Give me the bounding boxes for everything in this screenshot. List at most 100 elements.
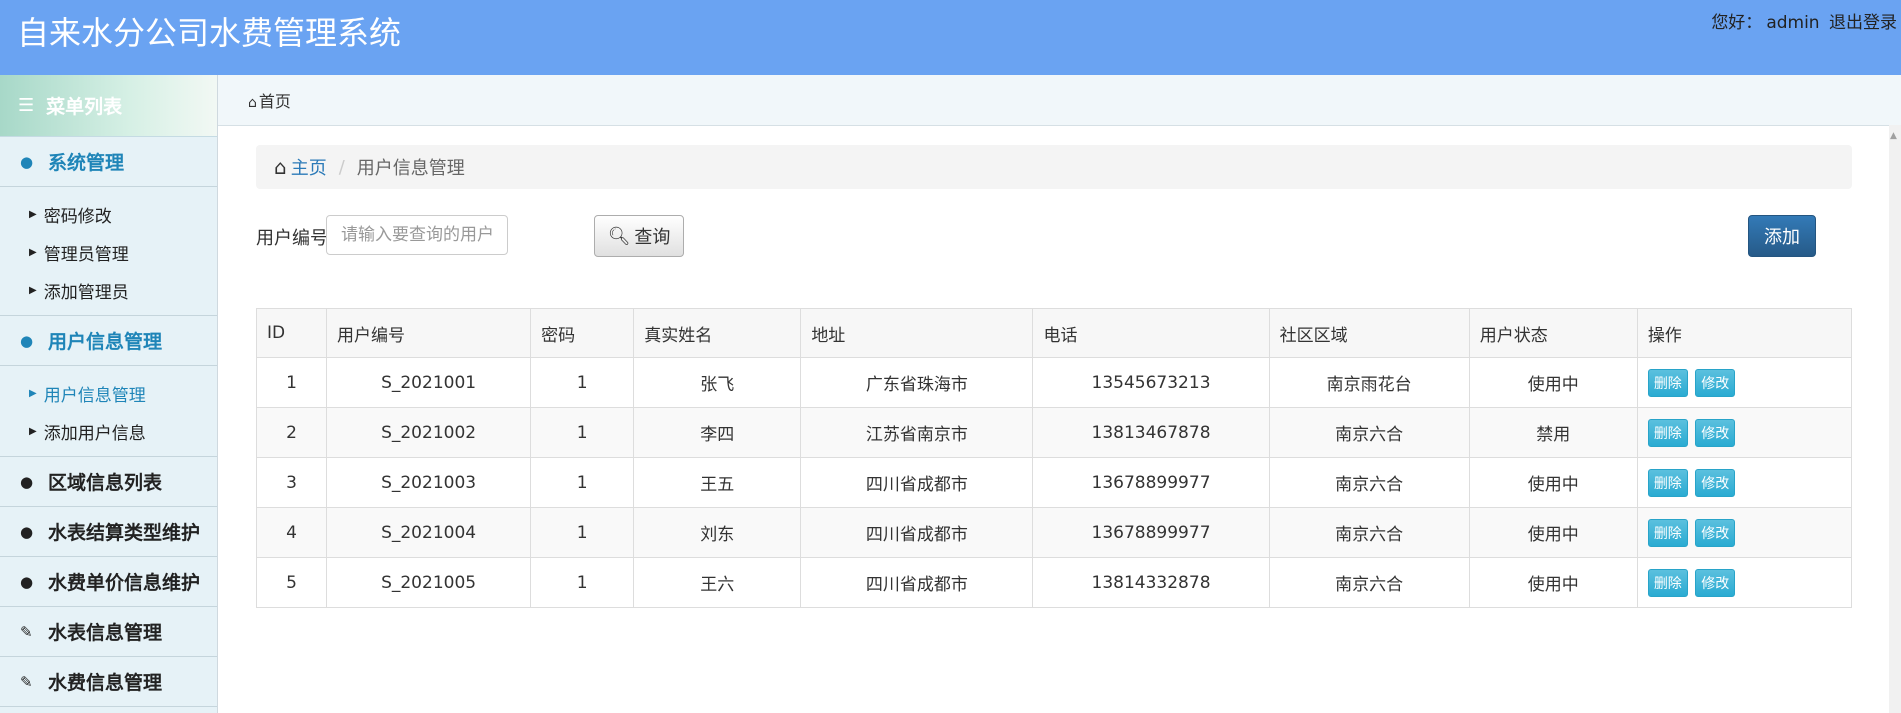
cell-real-name: 刘东	[633, 507, 802, 558]
cell-user-code: S_2021003	[326, 457, 532, 508]
edit-icon: ✎	[20, 672, 33, 691]
edit-button[interactable]: 修改	[1695, 468, 1736, 497]
delete-button[interactable]: 删除	[1647, 368, 1688, 397]
add-button[interactable]: 添加	[1748, 215, 1816, 257]
cell-password: 1	[530, 357, 635, 408]
cell-id: 1	[255, 357, 328, 408]
tab-bar: ⌂ 首页	[218, 75, 1901, 126]
scroll-up-icon[interactable]: ▲	[1890, 131, 1897, 141]
sidebar-group-meter-settlement[interactable]: ● 水表结算类型维护	[0, 507, 217, 557]
cell-password: 1	[530, 557, 635, 608]
sidebar-group-label: 水表信息管理	[48, 622, 163, 644]
column-header: 地址	[800, 308, 1034, 358]
column-header: 真实姓名	[633, 308, 802, 358]
delete-button[interactable]: 删除	[1647, 418, 1688, 447]
tab-label: 首页	[258, 92, 291, 111]
cell-password: 1	[530, 457, 635, 508]
sidebar: ☰ 菜单列表 ● 系统管理 ▶ 密码修改 ▶ 管理员管理 ▶ 添加管理员 ● 用…	[0, 75, 218, 713]
cell-address: 四川省成都市	[800, 557, 1034, 608]
sidebar-group-label: 水费单价信息维护	[48, 572, 201, 594]
sidebar-item-label: 管理员管理	[43, 244, 129, 265]
search-input[interactable]	[326, 215, 508, 255]
cell-region: 南京六合	[1268, 507, 1470, 558]
table-header-row: ID 用户编号 密码 真实姓名 地址 电话 社区区域 用户状态 操作	[255, 308, 1853, 358]
table-row: 5 S_2021005 1 王六 四川省成都市 13814332878 南京六合…	[255, 557, 1853, 608]
cell-region: 南京雨花台	[1268, 357, 1470, 408]
edit-button[interactable]: 修改	[1695, 418, 1736, 447]
sidebar-group-system[interactable]: ● 系统管理	[0, 137, 217, 187]
sidebar-group-label: 系统管理	[48, 152, 125, 174]
tab-home[interactable]: ⌂ 首页	[248, 88, 291, 112]
edit-button[interactable]: 修改	[1695, 568, 1736, 597]
edit-icon: ✎	[20, 622, 33, 641]
table-row: 4 S_2021004 1 刘东 四川省成都市 13678899977 南京六合…	[255, 507, 1853, 558]
cell-region: 南京六合	[1268, 457, 1470, 508]
cell-region: 南京六合	[1268, 557, 1470, 608]
sidebar-group-users[interactable]: ● 用户信息管理	[0, 316, 217, 366]
breadcrumb-home[interactable]: ⌂ 主页	[274, 154, 327, 180]
sidebar-item-add-user[interactable]: ▶ 添加用户信息	[0, 412, 217, 450]
cell-user-code: S_2021005	[326, 557, 532, 608]
sidebar-item-admins[interactable]: ▶ 管理员管理	[0, 233, 217, 271]
delete-button[interactable]: 删除	[1647, 568, 1688, 597]
breadcrumb: ⌂ 主页 / 用户信息管理	[256, 145, 1852, 189]
search-icon: 🔍︎	[607, 225, 631, 247]
cell-status: 禁用	[1468, 407, 1638, 458]
cell-password: 1	[530, 507, 635, 558]
cell-address: 广东省珠海市	[800, 357, 1034, 408]
cell-status: 使用中	[1468, 357, 1638, 408]
breadcrumb-home-label: 主页	[290, 158, 327, 179]
cell-actions: 删除 修改	[1636, 507, 1853, 558]
user-table: ID 用户编号 密码 真实姓名 地址 电话 社区区域 用户状态 操作 1 S_2…	[255, 308, 1853, 608]
cell-address: 四川省成都市	[800, 457, 1034, 508]
cell-actions: 删除 修改	[1636, 457, 1853, 508]
sidebar-group-meter-info[interactable]: ✎ 水表信息管理	[0, 607, 217, 657]
user-icon: ●	[20, 472, 34, 491]
scrollbar[interactable]: ▲	[1889, 125, 1901, 713]
cell-real-name: 李四	[633, 407, 802, 458]
sidebar-item-label: 添加用户信息	[43, 423, 146, 444]
edit-button[interactable]: 修改	[1695, 518, 1736, 547]
cell-actions: 删除 修改	[1636, 557, 1853, 608]
cell-user-code: S_2021001	[326, 357, 532, 408]
cell-id: 4	[255, 507, 328, 558]
sidebar-group-regions[interactable]: ● 区域信息列表	[0, 457, 217, 507]
cell-phone: 13678899977	[1032, 457, 1270, 508]
menu-title: 菜单列表	[46, 96, 123, 118]
sidebar-item-password[interactable]: ▶ 密码修改	[0, 195, 217, 233]
cell-real-name: 王五	[633, 457, 802, 508]
sidebar-item-user-info[interactable]: ▶ 用户信息管理	[0, 374, 217, 412]
username: admin	[1766, 13, 1820, 33]
cell-real-name: 张飞	[633, 357, 802, 408]
breadcrumb-separator: /	[338, 156, 345, 178]
caret-right-icon: ▶	[29, 246, 37, 258]
cell-user-code: S_2021004	[326, 507, 532, 558]
sidebar-group-label: 用户信息管理	[48, 331, 163, 353]
delete-button[interactable]: 删除	[1647, 468, 1688, 497]
list-icon: ☰	[18, 95, 35, 116]
home-icon: ⌂	[274, 155, 287, 179]
sidebar-group-unit-price[interactable]: ● 水费单价信息维护	[0, 557, 217, 607]
column-header: 用户状态	[1468, 308, 1638, 358]
sidebar-group-label: 水费信息管理	[48, 672, 163, 694]
column-header: 社区区域	[1268, 308, 1470, 358]
logout-link[interactable]: 退出登录	[1829, 13, 1897, 33]
search-button[interactable]: 🔍︎ 查询	[594, 215, 684, 257]
cell-status: 使用中	[1468, 457, 1638, 508]
cell-id: 5	[255, 557, 328, 608]
delete-button[interactable]: 删除	[1647, 518, 1688, 547]
sidebar-group-fee-info[interactable]: ✎ 水费信息管理	[0, 657, 217, 707]
user-bar: 您好： admin 退出登录	[1707, 8, 1897, 33]
cell-id: 3	[255, 457, 328, 508]
app-title: 自来水分公司水费管理系统	[17, 14, 402, 52]
cell-address: 江苏省南京市	[800, 407, 1034, 458]
search-label: 用户编号	[256, 228, 328, 249]
sidebar-item-add-admin[interactable]: ▶ 添加管理员	[0, 271, 217, 309]
cell-phone: 13678899977	[1032, 507, 1270, 558]
column-header: ID	[255, 308, 328, 358]
greeting-text: 您好：	[1711, 13, 1763, 33]
cell-address: 四川省成都市	[800, 507, 1034, 558]
edit-button[interactable]: 修改	[1695, 368, 1736, 397]
cell-phone: 13814332878	[1032, 557, 1270, 608]
home-icon: ⌂	[248, 95, 257, 111]
